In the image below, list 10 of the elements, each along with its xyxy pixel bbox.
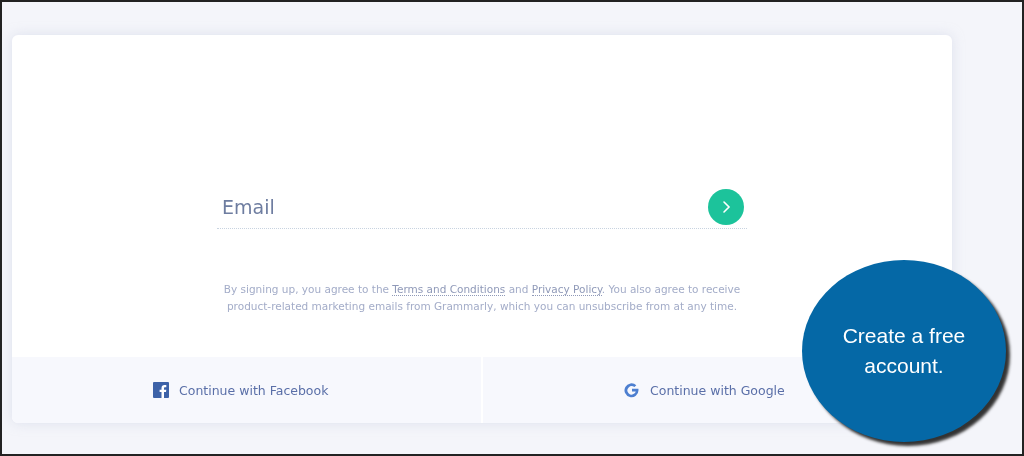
facebook-icon — [153, 382, 169, 398]
email-field[interactable]: Email — [222, 195, 708, 218]
privacy-link[interactable]: Privacy Policy — [531, 283, 602, 296]
facebook-signin-button[interactable]: Continue with Facebook — [153, 382, 329, 398]
terms-link[interactable]: Terms and Conditions — [392, 283, 506, 296]
submit-button[interactable] — [708, 188, 744, 225]
callout-text: Create a free account. — [841, 323, 967, 379]
google-signin-button[interactable]: Continue with Google — [624, 382, 785, 398]
google-icon — [624, 382, 640, 398]
terms-notice: By signing up, you agree to the Terms and Conditions and Privacy Policy. You also agree to receive product-related marketing emails from Grammarly, which you can unsubscribe from at any time. — [222, 282, 742, 314]
